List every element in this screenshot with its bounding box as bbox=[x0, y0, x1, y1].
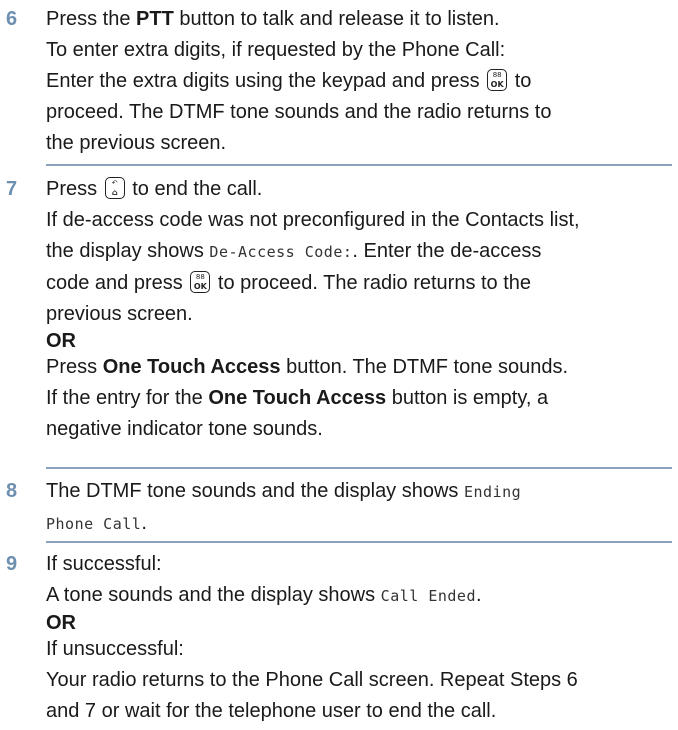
display-text: De-Access Code: bbox=[209, 243, 353, 261]
back-home-key-icon: ↶ ⌂ bbox=[104, 177, 125, 199]
display-text: Ending bbox=[464, 483, 522, 501]
step-line: and 7 or wait for the telephone user to … bbox=[46, 700, 497, 722]
step-line: Enter the extra digits using the keypad … bbox=[46, 69, 532, 92]
step-line: Press One Touch Access button. The DTMF … bbox=[46, 356, 569, 378]
step-line: If unsuccessful: bbox=[46, 638, 184, 660]
step-line: the previous screen. bbox=[46, 132, 227, 154]
step-line: Your radio returns to the Phone Call scr… bbox=[46, 669, 578, 691]
step-line: The DTMF tone sounds and the display sho… bbox=[46, 480, 522, 502]
step-body: Press the PTT button to talk and release… bbox=[46, 4, 674, 159]
step-line: Press ↶ ⌂ to end the call. bbox=[46, 177, 263, 200]
step-line: If the entry for the One Touch Access bu… bbox=[46, 387, 549, 409]
step-body: Press ↶ ⌂ to end the call. If de-access c… bbox=[46, 174, 674, 445]
step-line: A tone sounds and the display shows Call… bbox=[46, 584, 482, 606]
step-line: the display shows De-Access Code:. Enter… bbox=[46, 240, 542, 262]
step-divider bbox=[46, 164, 672, 166]
display-text: Phone Call bbox=[46, 515, 142, 533]
step-line: If de-access code was not preconfigured … bbox=[46, 209, 580, 231]
step-line: previous screen. bbox=[46, 303, 193, 325]
menu-ok-key-icon: 88 OK bbox=[190, 271, 211, 293]
step-number: 8 bbox=[6, 480, 18, 502]
menu-ok-key-icon: 88 OK bbox=[487, 69, 508, 91]
step-divider bbox=[46, 541, 672, 543]
or-label: OR bbox=[46, 330, 76, 352]
step-number: 9 bbox=[6, 553, 18, 575]
display-text: Call Ended bbox=[380, 587, 476, 605]
step-line: If successful: bbox=[46, 553, 162, 575]
step-number: 7 bbox=[6, 178, 18, 200]
step-line: Phone Call. bbox=[46, 512, 147, 534]
step-body: The DTMF tone sounds and the display sho… bbox=[46, 476, 674, 540]
step-body: If successful: A tone sounds and the dis… bbox=[46, 549, 674, 727]
step-divider bbox=[46, 467, 672, 469]
step-line: proceed. The DTMF tone sounds and the ra… bbox=[46, 101, 552, 123]
step-line: To enter extra digits, if requested by t… bbox=[46, 39, 506, 61]
step-line: negative indicator tone sounds. bbox=[46, 418, 323, 440]
step-line: code and press 88 OK to proceed. The radi… bbox=[46, 271, 532, 294]
step-number: 6 bbox=[6, 8, 18, 30]
step-line: Press the PTT button to talk and release… bbox=[46, 8, 500, 30]
or-label: OR bbox=[46, 612, 76, 634]
